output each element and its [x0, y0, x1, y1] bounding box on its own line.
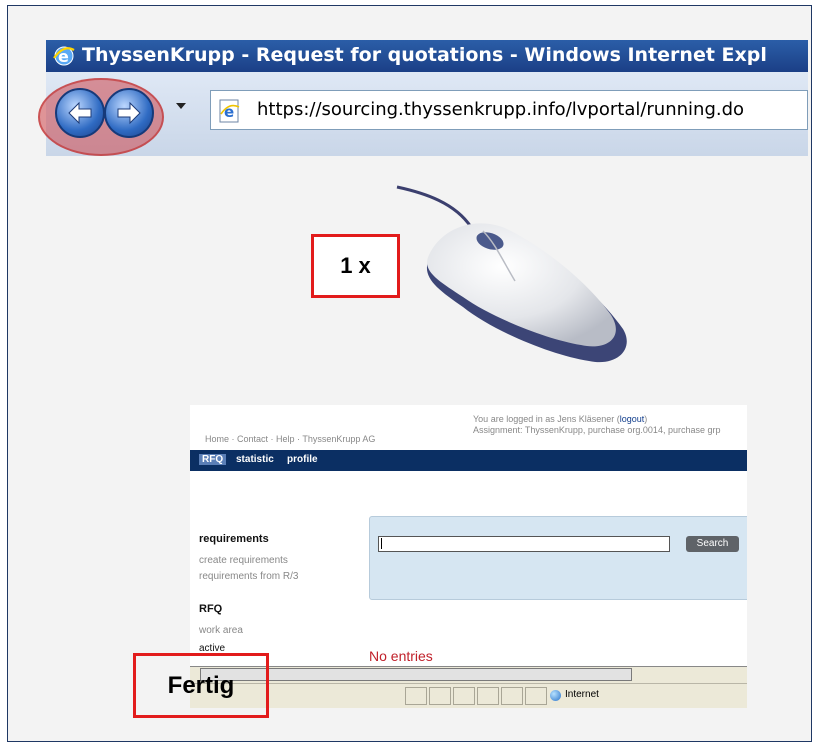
status-segment: [477, 687, 499, 705]
sidebar-requirements-heading: requirements: [199, 533, 269, 545]
portal-screenshot: You are logged in as Jens Kläsener (logo…: [190, 405, 747, 708]
address-bar[interactable]: e https://sourcing.thyssenkrupp.info/lvp…: [210, 90, 808, 130]
history-dropdown-icon[interactable]: [176, 103, 186, 109]
text-caret: [381, 538, 382, 549]
back-button[interactable]: [55, 88, 105, 138]
portal-tab-bar: RFQ statistic profile: [190, 450, 747, 471]
status-segment: [429, 687, 451, 705]
assignment-line: Assignment: ThyssenKrupp, purchase org.0…: [473, 425, 721, 435]
status-done-callout: Fertig: [133, 653, 269, 718]
portal-top-nav[interactable]: Home · Contact · Help · ThyssenKrupp AG: [205, 434, 375, 444]
forward-button[interactable]: [104, 88, 154, 138]
address-url[interactable]: https://sourcing.thyssenkrupp.info/lvpor…: [257, 99, 744, 120]
logout-link[interactable]: logout: [620, 414, 645, 424]
search-input[interactable]: [378, 536, 670, 552]
login-prefix: You are logged in as Jens Kläsener (: [473, 414, 620, 424]
tab-profile[interactable]: profile: [287, 454, 318, 465]
no-entries-message: No entries: [369, 648, 433, 664]
horizontal-scrollbar[interactable]: [190, 666, 747, 683]
back-arrow-icon: [68, 101, 92, 125]
sidebar-item-requirements-r3[interactable]: requirements from R/3: [199, 571, 298, 582]
login-info: You are logged in as Jens Kläsener (logo…: [473, 414, 720, 436]
login-suffix: ): [644, 414, 648, 424]
tab-rfq[interactable]: RFQ: [199, 454, 227, 465]
ie-page-icon: e: [219, 99, 240, 123]
sidebar-item-work-area[interactable]: work area: [199, 625, 243, 636]
ie-logo-icon: e: [53, 46, 75, 66]
search-button[interactable]: Search: [686, 536, 739, 552]
computer-mouse-icon: [396, 185, 627, 363]
status-segment: [525, 687, 547, 705]
ie-status-bar: Internet: [190, 683, 747, 708]
window-title: ThyssenKrupp - Request for quotations - …: [82, 44, 767, 66]
search-panel: Search: [369, 516, 747, 600]
sidebar-rfq-heading: RFQ: [199, 603, 223, 615]
sidebar-item-create-requirements[interactable]: create requirements: [199, 555, 288, 566]
tab-statistic[interactable]: statistic: [236, 454, 274, 465]
forward-arrow-icon: [117, 101, 141, 125]
click-count-callout: 1 x: [311, 234, 400, 298]
status-segment: [501, 687, 523, 705]
globe-icon: [550, 690, 561, 701]
security-zone-label: Internet: [565, 689, 599, 700]
status-segment: [405, 687, 427, 705]
status-segment: [453, 687, 475, 705]
browser-title-bar: e ThyssenKrupp - Request for quotations …: [46, 40, 808, 72]
